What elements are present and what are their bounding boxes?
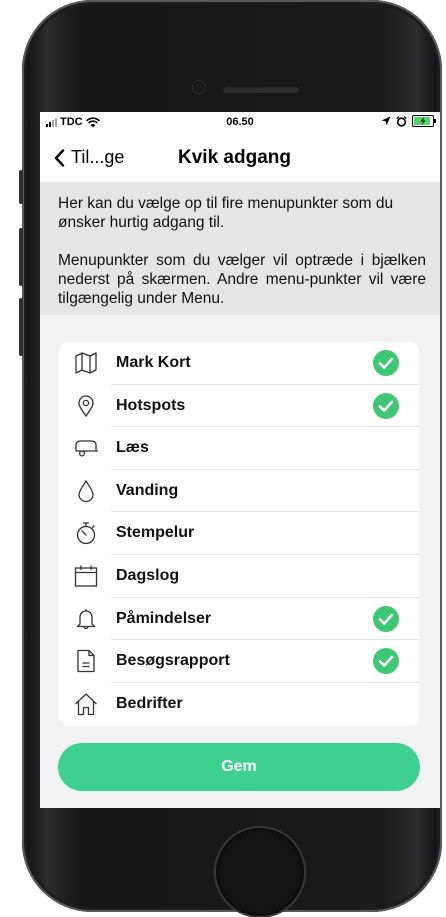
checkmark-icon [373, 350, 399, 376]
menu-item-hotspots[interactable]: Hotspots [59, 385, 419, 428]
app-screen: TDC 06.50 Til...ge Kvik adgang Her kan d… [40, 112, 440, 808]
menu-item-vanding[interactable]: Vanding [59, 470, 419, 513]
menu-item-besoegsrapport[interactable]: Besøgsrapport [59, 640, 419, 683]
menu-item-label: Stempelur [116, 524, 195, 542]
menu-item-label: Mark Kort [116, 354, 191, 371]
calendar-icon [74, 565, 98, 587]
map-icon [75, 352, 97, 374]
status-bar: TDC 06.50 [40, 112, 440, 134]
bell-icon [76, 608, 96, 629]
battery-charging-icon [412, 115, 436, 127]
menu-item-dagslog[interactable]: Dagslog [59, 555, 419, 598]
stopwatch-icon [76, 522, 96, 545]
back-label: Til...ge [71, 147, 125, 167]
menu-item-paamindelser[interactable]: Påmindelser [59, 598, 419, 641]
menu-item-label: Besøgsrapport [116, 652, 230, 670]
intro-text: Her kan du vælge op til fire menupunkter… [40, 182, 440, 315]
menu-list: Mark Kort Hotspots Læs Vanding Stempelur… [59, 342, 419, 726]
home-button[interactable] [216, 828, 304, 916]
menu-item-stempelur[interactable]: Stempelur [59, 512, 419, 555]
location-arrow-icon [381, 116, 391, 126]
menu-item-label: Påmindelser [116, 609, 212, 627]
intro-paragraph-2: Menupunkter som du vælger vil optræde i … [58, 252, 426, 307]
status-time: 06.50 [226, 116, 254, 128]
chevron-left-icon [54, 148, 65, 167]
trailer-icon [75, 440, 98, 457]
home-icon [75, 693, 97, 715]
menu-item-label: Dagslog [116, 566, 180, 584]
page-title: Kvik adgang [178, 147, 291, 168]
back-button[interactable]: Til...ge [54, 147, 124, 168]
volume-up-button [19, 228, 23, 286]
menu-item-label: Hotspots [116, 396, 186, 414]
alarm-icon [396, 115, 407, 127]
water-drop-icon [78, 479, 94, 502]
mute-switch [19, 170, 23, 204]
front-camera [193, 81, 205, 93]
earpiece-speaker [222, 85, 300, 93]
status-right [381, 115, 436, 127]
checkmark-icon [373, 392, 399, 419]
document-icon [77, 650, 95, 673]
menu-item-bedrifter[interactable]: Bedrifter [59, 683, 419, 726]
menu-item-label: Bedrifter [116, 694, 183, 712]
checkmark-icon [373, 605, 399, 632]
location-pin-icon [78, 394, 94, 417]
menu-item-label: Læs [116, 439, 149, 457]
intro-paragraph-1: Her kan du vælge op til fire menupunkter… [58, 195, 394, 231]
volume-down-button [19, 298, 23, 356]
save-button[interactable]: Gem [58, 743, 420, 791]
menu-item-laes[interactable]: Læs [59, 427, 419, 470]
menu-item-label: Vanding [116, 481, 179, 499]
navigation-bar: Til...ge Kvik adgang [40, 134, 440, 183]
menu-item-mark-kort[interactable]: Mark Kort [59, 342, 419, 385]
checkmark-icon [373, 648, 399, 675]
